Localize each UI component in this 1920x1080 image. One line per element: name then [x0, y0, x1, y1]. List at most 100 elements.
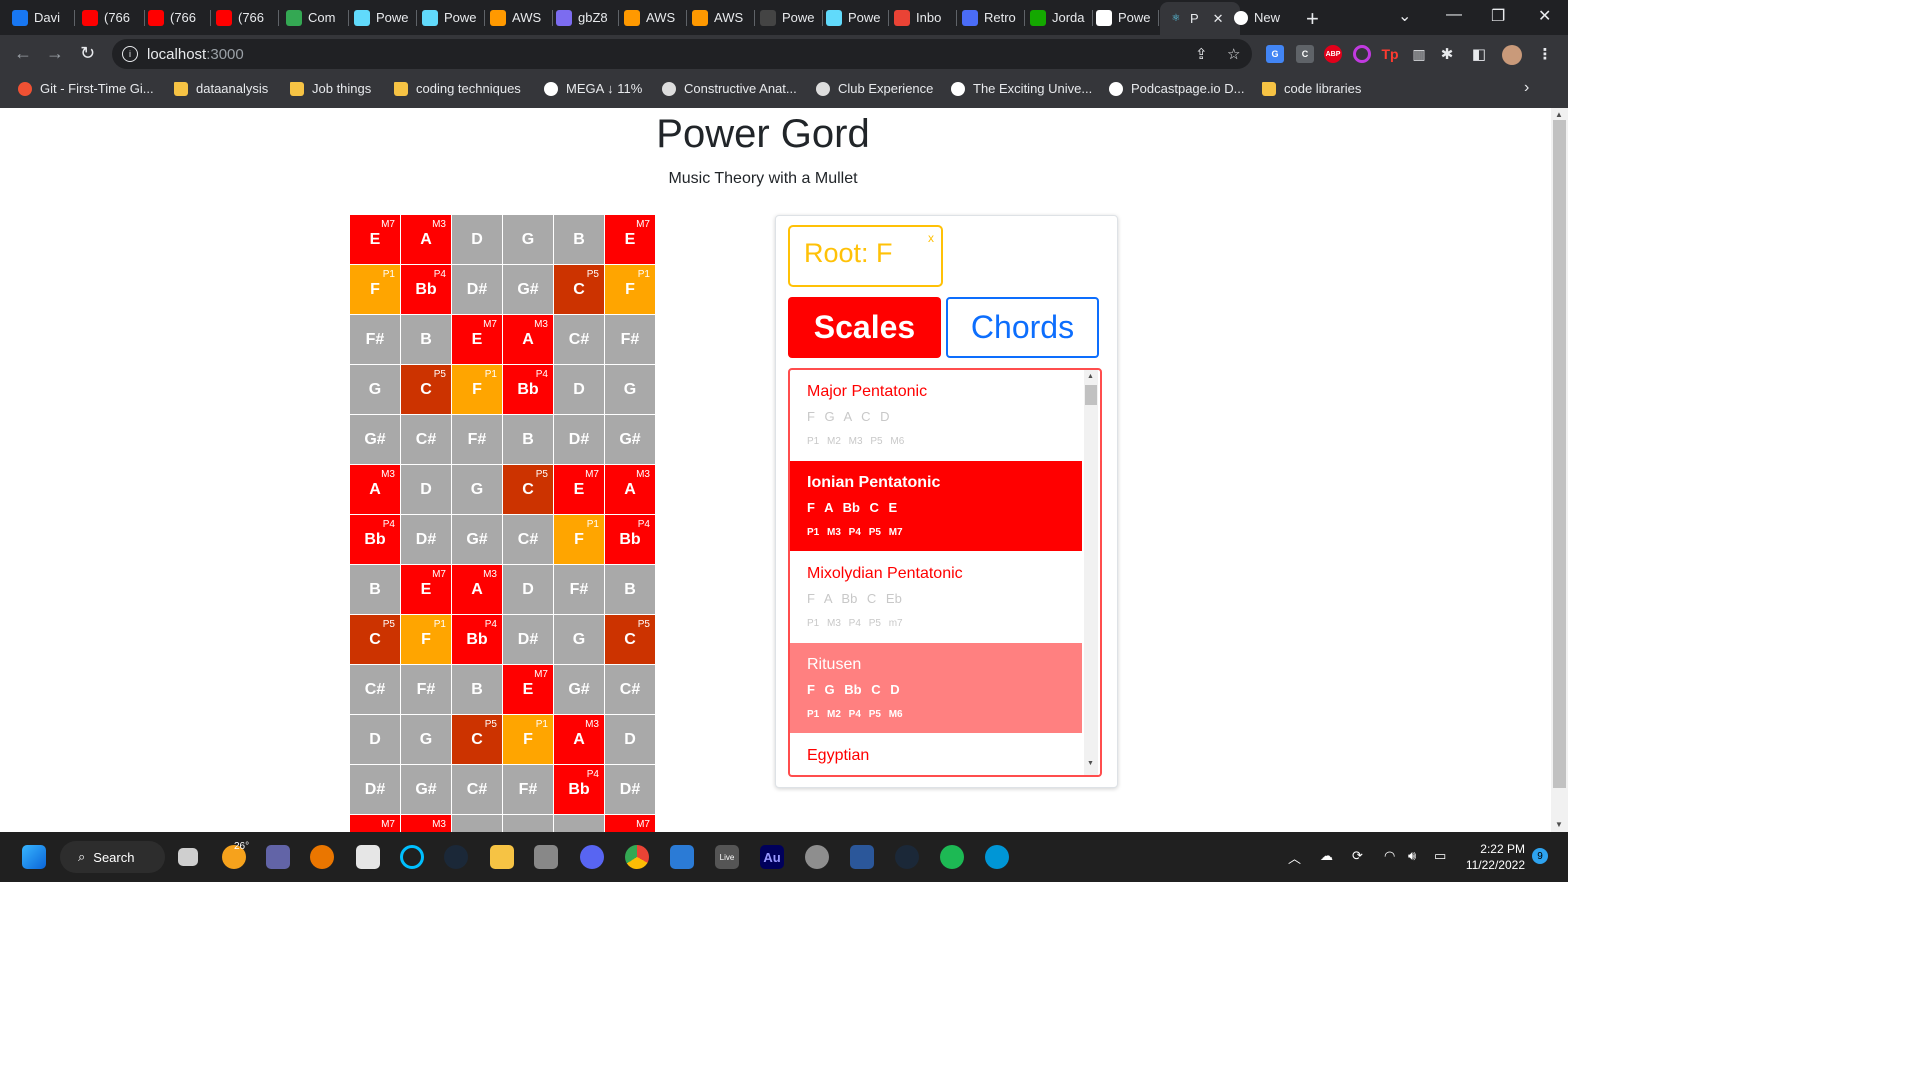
scroll-down-icon[interactable]: ▼	[1087, 760, 1094, 767]
bookmark-item[interactable]: dataanalysis	[174, 81, 268, 96]
tab-14[interactable]: Retro	[962, 4, 1018, 31]
bookmark-item[interactable]: code libraries	[1262, 81, 1361, 96]
adblock-extension-icon[interactable]: ABP	[1324, 45, 1342, 63]
tray-chevron-icon[interactable]: ︿	[1288, 848, 1301, 867]
fret-note-cell[interactable]: G#	[503, 265, 553, 314]
fret-note-cell[interactable]: G	[350, 365, 400, 414]
scale-list-item[interactable]: Ritusen F G Bb C D P1 M2 P4 P5 M6	[790, 643, 1082, 733]
teams-icon[interactable]	[266, 845, 290, 869]
fret-note-cell[interactable]: F#	[350, 315, 400, 364]
scroll-up-icon[interactable]: ▲	[1087, 373, 1094, 380]
fret-note-cell[interactable]: F P1	[350, 265, 400, 314]
bookmark-item[interactable]: MEGA ↓ 11%	[544, 81, 642, 96]
scroll-thumb[interactable]	[1085, 385, 1097, 405]
fret-note-cell[interactable]: C#	[605, 665, 655, 714]
fret-note-cell[interactable]: F P1	[605, 265, 655, 314]
page-scrollbar[interactable]: ▲ ▼	[1551, 108, 1568, 832]
bookmark-item[interactable]: Job things	[290, 81, 371, 96]
fret-note-cell[interactable]: F#	[503, 765, 553, 814]
sync-icon[interactable]: ⟳	[1352, 848, 1363, 864]
bookmark-item[interactable]: The Exciting Unive...	[951, 81, 1092, 96]
root-selector[interactable]: Root: F x	[788, 225, 943, 287]
tab-5[interactable]: Powe	[354, 4, 410, 31]
task-view-icon[interactable]	[178, 848, 198, 866]
extensions-puzzle-icon[interactable]: ✱	[1438, 45, 1456, 63]
fret-note-cell[interactable]: G	[401, 715, 451, 764]
fret-note-cell[interactable]: A M3	[350, 465, 400, 514]
bookmark-item[interactable]: Podcastpage.io D...	[1109, 81, 1244, 96]
fret-note-cell[interactable]: D	[401, 465, 451, 514]
fret-note-cell[interactable]: F P1	[503, 715, 553, 764]
audition-icon[interactable]: Au	[760, 845, 784, 869]
fret-note-cell[interactable]: G	[605, 365, 655, 414]
fret-note-cell[interactable]: F P1	[401, 615, 451, 664]
tab-4[interactable]: Com	[286, 4, 342, 31]
circle-extension-icon[interactable]	[1353, 45, 1371, 63]
fret-note-cell[interactable]: C#	[350, 665, 400, 714]
fret-note-cell[interactable]: G#	[605, 415, 655, 464]
store-icon[interactable]	[356, 845, 380, 869]
site-info-icon[interactable]: i	[122, 46, 138, 62]
fret-note-cell[interactable]: D	[605, 715, 655, 764]
scale-list-item[interactable]: Ionian Pentatonic F A Bb C E P1 M3 P4 P5 M…	[790, 461, 1082, 551]
restore-button[interactable]: ❐	[1491, 6, 1505, 26]
fret-note-cell[interactable]: A M3	[401, 215, 451, 264]
tab-7[interactable]: AWS	[490, 4, 546, 31]
address-bar[interactable]: i localhost:3000 ⇪ ☆	[112, 39, 1252, 69]
fret-note-cell[interactable]: Bb P4	[401, 265, 451, 314]
fret-note-cell[interactable]: C P5	[605, 615, 655, 664]
tab-3[interactable]: (766	[216, 4, 272, 31]
tab-active[interactable]: ⚛ P ✕	[1160, 2, 1240, 35]
chrome-icon[interactable]	[625, 845, 649, 869]
fret-note-cell[interactable]: F P1	[554, 515, 604, 564]
fret-note-cell[interactable]: C P5	[503, 465, 553, 514]
tab-new-page[interactable]: New	[1234, 4, 1294, 31]
fret-note-cell[interactable]: E M7	[452, 315, 502, 364]
fret-note-cell[interactable]: Bb P4	[503, 365, 553, 414]
steam-icon[interactable]	[895, 845, 919, 869]
word-icon[interactable]	[850, 845, 874, 869]
fret-note-cell[interactable]: G#	[401, 765, 451, 814]
fret-note-cell[interactable]: G#	[452, 515, 502, 564]
onedrive-icon[interactable]: ☁	[1320, 848, 1333, 864]
bookmark-item[interactable]: Git - First-Time Gi...	[18, 81, 154, 96]
scales-button[interactable]: Scales	[788, 297, 941, 358]
reader-extension-icon[interactable]: ▥	[1410, 45, 1428, 63]
fret-note-cell[interactable]: B	[452, 665, 502, 714]
fret-note-cell[interactable]: A M3	[452, 565, 502, 614]
fret-note-cell[interactable]: D#	[401, 515, 451, 564]
fret-note-cell[interactable]: D	[503, 565, 553, 614]
tab-9[interactable]: AWS	[624, 4, 680, 31]
ableton-live-icon[interactable]: Live	[715, 845, 739, 869]
alexa-icon[interactable]	[400, 845, 424, 869]
tab-11[interactable]: Powe	[760, 4, 816, 31]
fret-note-cell[interactable]: A M3	[605, 465, 655, 514]
tab-13[interactable]: Inbo	[894, 4, 950, 31]
fret-note-cell[interactable]: Bb P4	[554, 765, 604, 814]
side-panel-icon[interactable]: ◧	[1470, 45, 1488, 63]
fret-note-cell[interactable]: E M7	[503, 665, 553, 714]
more-bookmarks-chevron-icon[interactable]: ›	[1524, 79, 1529, 97]
battery-icon[interactable]: ▭	[1434, 848, 1446, 864]
fret-note-cell[interactable]: A M3	[503, 315, 553, 364]
spotify-icon[interactable]	[940, 845, 964, 869]
fret-note-cell[interactable]: Bb P4	[452, 615, 502, 664]
windows-start-icon[interactable]	[22, 845, 46, 869]
fret-note-cell[interactable]: D	[554, 365, 604, 414]
back-icon[interactable]: ←	[14, 43, 32, 64]
bookmark-item[interactable]: Club Experience	[816, 81, 933, 96]
scale-list-item[interactable]: Mixolydian Pentatonic F A Bb C Eb P1 M3 P4…	[790, 552, 1082, 642]
scale-list-item[interactable]: Egyptian	[790, 734, 1082, 775]
scale-list[interactable]: Egyptian Ritusen F G Bb C D P1 M2 P4 P5 M6 M…	[788, 368, 1102, 777]
fret-note-cell[interactable]: D#	[452, 265, 502, 314]
bookmark-star-icon[interactable]: ☆	[1227, 45, 1240, 63]
scroll-thumb[interactable]	[1553, 120, 1566, 788]
fret-note-cell[interactable]: G	[554, 615, 604, 664]
fret-note-cell[interactable]: D	[452, 215, 502, 264]
wifi-icon[interactable]: ◠	[1384, 848, 1395, 864]
reload-icon[interactable]: ↻	[80, 43, 95, 64]
fret-note-cell[interactable]: E M7	[605, 215, 655, 264]
scroll-up-icon[interactable]: ▲	[1555, 110, 1563, 119]
vscode-icon[interactable]	[670, 845, 694, 869]
share-icon[interactable]: ⇪	[1195, 45, 1208, 63]
